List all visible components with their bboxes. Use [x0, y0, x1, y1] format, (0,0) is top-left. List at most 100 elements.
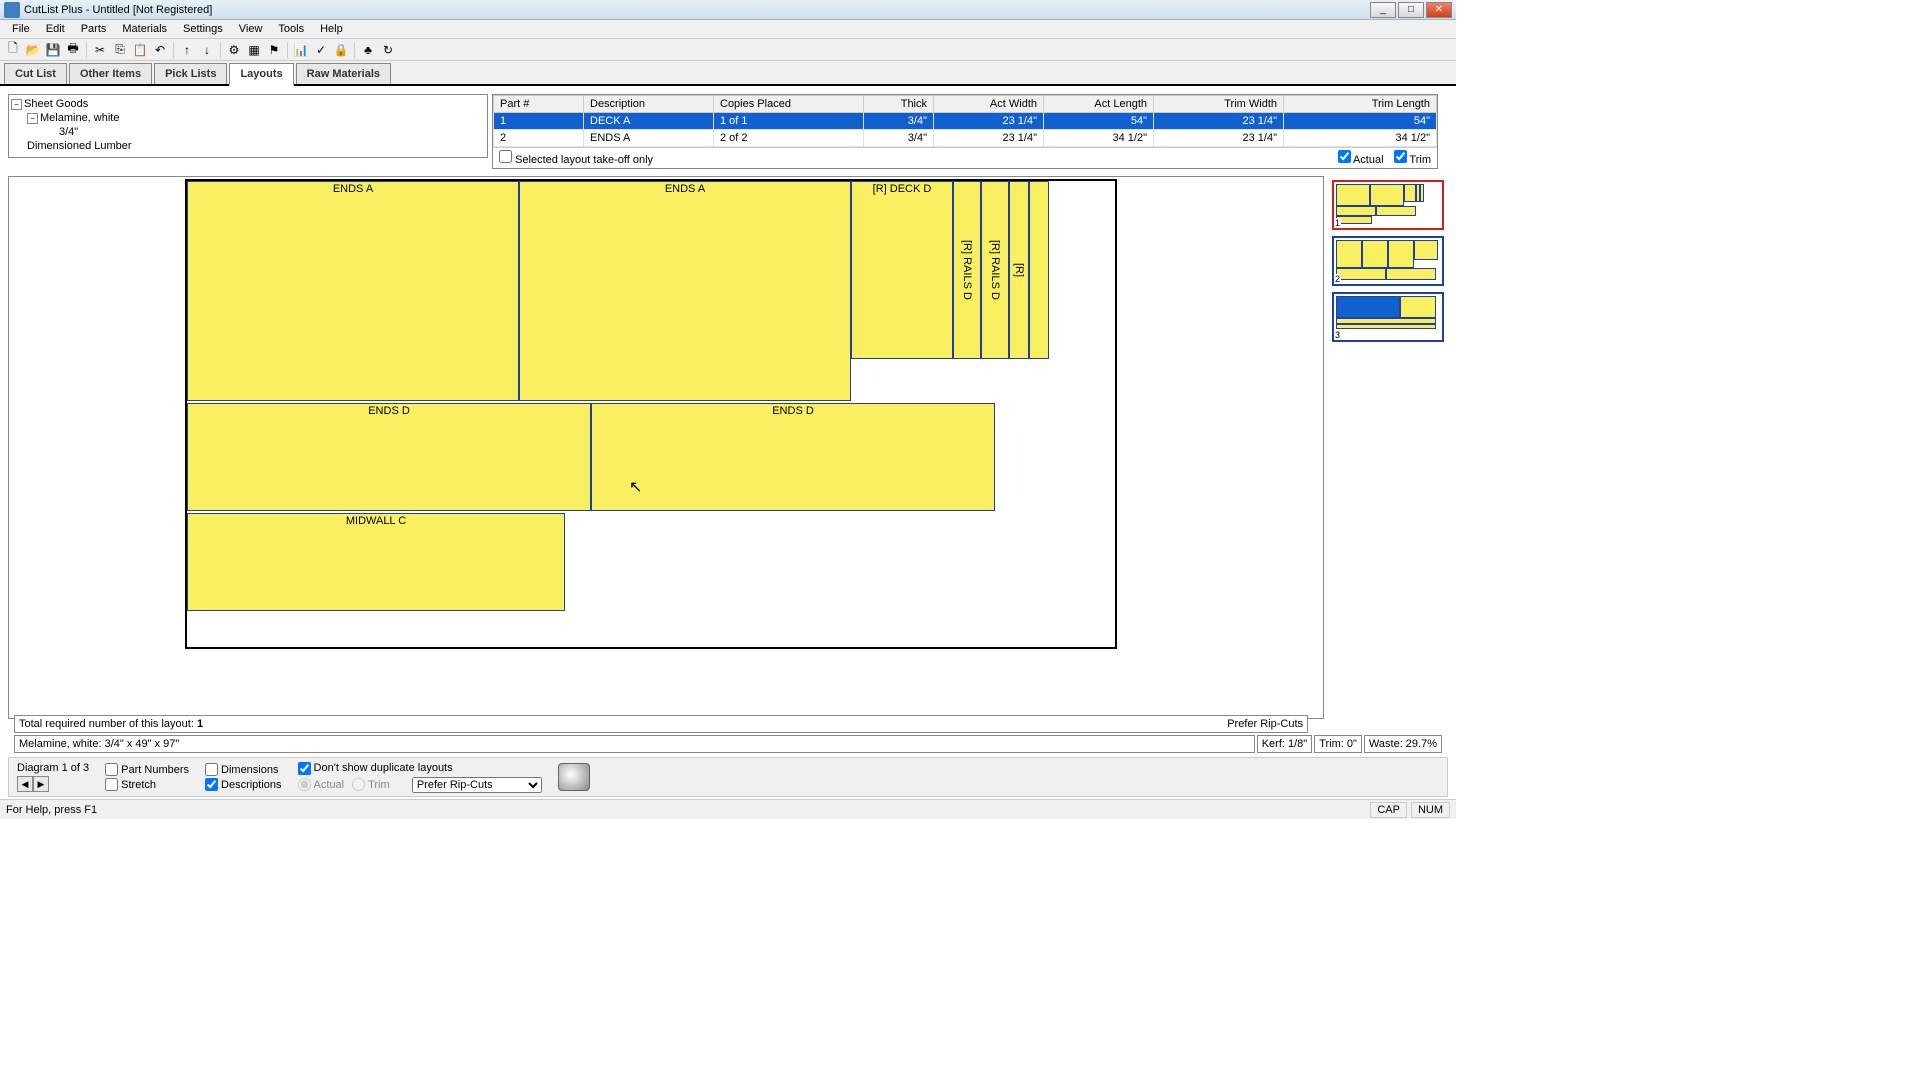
down-icon[interactable]: ↓	[198, 41, 216, 59]
grid-icon[interactable]: ▦	[245, 41, 263, 59]
tab-rawmaterials[interactable]: Raw Materials	[296, 63, 391, 84]
prev-diagram-button[interactable]: ◀	[17, 776, 33, 792]
tree-panel: −Sheet Goods −Melamine, white 3/4" Dimen…	[8, 94, 488, 158]
tree-node-dimensioned[interactable]: Dimensioned Lumber	[11, 139, 485, 153]
paste-icon[interactable]: 📋	[131, 41, 149, 59]
status-cap: CAP	[1370, 802, 1407, 818]
tab-bar: Cut List Other Items Pick Lists Layouts …	[0, 61, 1456, 86]
diagram-label: Diagram 1 of 3	[17, 762, 89, 774]
lock-icon[interactable]: 🔒	[332, 41, 350, 59]
chart-icon[interactable]: 📊	[292, 41, 310, 59]
menu-help[interactable]: Help	[312, 21, 351, 37]
machine-icon[interactable]	[558, 763, 590, 791]
tab-otheritems[interactable]: Other Items	[69, 63, 152, 84]
check-icon[interactable]: ✓	[312, 41, 330, 59]
bottom-controls: Diagram 1 of 3 ◀ ▶ Part Numbers Stretch …	[8, 757, 1448, 797]
menu-edit[interactable]: Edit	[38, 21, 73, 37]
info-bar-total: Total required number of this layout: 1 …	[14, 715, 1308, 733]
kerf-label: Kerf: 1/8"	[1257, 735, 1312, 753]
table-row[interactable]: 2 ENDS A 2 of 2 3/4" 23 1/4" 34 1/2" 23 …	[494, 130, 1437, 147]
tab-picklists[interactable]: Pick Lists	[154, 63, 227, 84]
tab-layouts[interactable]: Layouts	[229, 63, 293, 86]
copy-icon[interactable]: ⎘	[111, 41, 129, 59]
actual-checkbox[interactable]: Actual	[1338, 150, 1384, 166]
menu-materials[interactable]: Materials	[114, 21, 175, 37]
info-bar-material: Melamine, white: 3/4" x 49" x 97" Kerf: …	[14, 735, 1442, 753]
col-thick[interactable]: Thick	[864, 96, 934, 113]
thumbnail-1[interactable]: 1	[1332, 180, 1444, 230]
status-num: NUM	[1411, 802, 1450, 818]
part-midwall-c[interactable]: MIDWALL C	[187, 513, 565, 611]
flag-icon[interactable]: ⚑	[265, 41, 283, 59]
menu-bar: File Edit Parts Materials Settings View …	[0, 20, 1456, 39]
trim-radio[interactable]: Trim	[352, 777, 390, 793]
part-r[interactable]: [R]	[1009, 181, 1029, 359]
save-icon[interactable]: 💾	[44, 41, 62, 59]
refresh-icon[interactable]: ↻	[379, 41, 397, 59]
title-bar: CutList Plus - Untitled [Not Registered]…	[0, 0, 1456, 20]
new-icon[interactable]: 🗋	[4, 41, 22, 59]
tree-icon[interactable]: ♣	[359, 41, 377, 59]
part-ends-d[interactable]: ENDS D	[187, 403, 591, 511]
col-trimlength[interactable]: Trim Length	[1284, 96, 1437, 113]
up-icon[interactable]: ↑	[178, 41, 196, 59]
col-copies[interactable]: Copies Placed	[714, 96, 864, 113]
parts-table: Part # Description Copies Placed Thick A…	[492, 94, 1438, 169]
menu-view[interactable]: View	[231, 21, 271, 37]
next-diagram-button[interactable]: ▶	[33, 776, 49, 792]
waste-label: Waste: 29.7%	[1364, 735, 1442, 753]
cut-pref-select[interactable]: Prefer Rip-Cuts	[412, 777, 542, 793]
actual-radio[interactable]: Actual	[298, 777, 345, 793]
status-help: For Help, press F1	[6, 804, 97, 816]
cursor-icon: ↖	[629, 477, 642, 497]
sheet-outline: ENDS A ENDS A [R] DECK D [R] RAILS D [R]…	[185, 179, 1117, 649]
col-actlength[interactable]: Act Length	[1044, 96, 1154, 113]
dimensions-checkbox[interactable]: Dimensions	[205, 763, 282, 776]
menu-settings[interactable]: Settings	[175, 21, 231, 37]
col-partnum[interactable]: Part #	[494, 96, 584, 113]
tree-node-sheet-goods[interactable]: −Sheet Goods	[11, 97, 485, 111]
window-title: CutList Plus - Untitled [Not Registered]	[24, 4, 1370, 16]
collapse-icon[interactable]: −	[11, 99, 22, 110]
part-rails-d[interactable]: [R] RAILS D	[953, 181, 981, 359]
part-ends-a[interactable]: ENDS A	[187, 181, 519, 401]
part-deck-d[interactable]: [R] DECK D	[851, 181, 953, 359]
part-ends-a[interactable]: ENDS A	[519, 181, 851, 401]
trim-checkbox[interactable]: Trim	[1394, 150, 1431, 166]
tab-cutlist[interactable]: Cut List	[4, 63, 67, 84]
col-actwidth[interactable]: Act Width	[934, 96, 1044, 113]
close-button[interactable]: ✕	[1426, 2, 1452, 18]
tool-icon[interactable]: ⚙	[225, 41, 243, 59]
col-trimwidth[interactable]: Trim Width	[1154, 96, 1284, 113]
thumbnail-panel: 1 2 3	[1328, 176, 1448, 719]
trim-label: Trim: 0"	[1314, 735, 1362, 753]
thumbnail-3[interactable]: 3	[1332, 292, 1444, 342]
menu-file[interactable]: File	[4, 21, 38, 37]
tree-node-melamine[interactable]: −Melamine, white	[11, 111, 485, 125]
tree-node-thickness[interactable]: 3/4"	[11, 125, 485, 139]
collapse-icon[interactable]: −	[27, 113, 38, 124]
table-row[interactable]: 1 DECK A 1 of 1 3/4" 23 1/4" 54" 23 1/4"…	[494, 113, 1437, 130]
descriptions-checkbox[interactable]: Descriptions	[205, 778, 282, 791]
app-icon	[4, 2, 20, 18]
stretch-checkbox[interactable]: Stretch	[105, 778, 189, 791]
maximize-button[interactable]: □	[1398, 2, 1424, 18]
thumbnail-2[interactable]: 2	[1332, 236, 1444, 286]
undo-icon[interactable]: ↶	[151, 41, 169, 59]
open-icon[interactable]: 📂	[24, 41, 42, 59]
minimize-button[interactable]: _	[1370, 2, 1396, 18]
layout-canvas[interactable]: ENDS A ENDS A [R] DECK D [R] RAILS D [R]…	[8, 176, 1324, 719]
print-icon[interactable]: 🖶	[64, 41, 82, 59]
material-label: Melamine, white: 3/4" x 49" x 97"	[14, 735, 1255, 753]
menu-tools[interactable]: Tools	[270, 21, 312, 37]
status-bar: For Help, press F1 CAP NUM	[0, 799, 1456, 819]
part-numbers-checkbox[interactable]: Part Numbers	[105, 763, 189, 776]
col-desc[interactable]: Description	[584, 96, 714, 113]
cut-icon[interactable]: ✂	[91, 41, 109, 59]
part-ends-d[interactable]: ENDS D	[591, 403, 995, 511]
selected-takeoff-checkbox[interactable]: Selected layout take-off only	[499, 150, 653, 166]
part-rails-d[interactable]: [R] RAILS D	[981, 181, 1009, 359]
part-r[interactable]	[1029, 181, 1049, 359]
menu-parts[interactable]: Parts	[73, 21, 115, 37]
dont-dup-checkbox[interactable]: Don't show duplicate layouts	[298, 762, 542, 775]
